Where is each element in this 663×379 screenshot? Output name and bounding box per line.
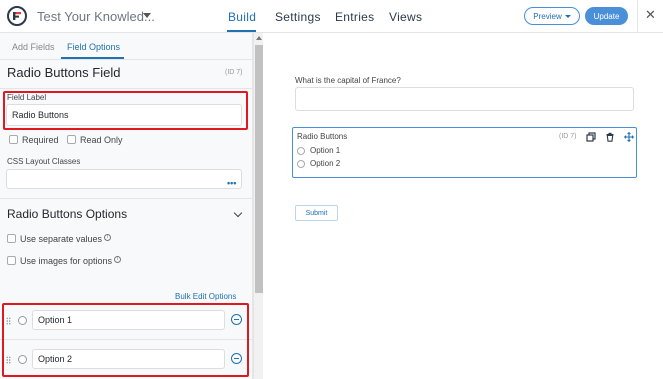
radio-option-label: Option 2 xyxy=(310,159,341,168)
required-label: Required xyxy=(22,135,59,145)
separate-values-label: Use separate values i xyxy=(20,234,112,244)
read-only-label: Read Only xyxy=(80,135,123,145)
tab-settings[interactable]: Settings xyxy=(275,10,321,24)
remove-option-icon[interactable] xyxy=(231,314,242,325)
info-icon[interactable]: i xyxy=(114,256,122,263)
divider xyxy=(0,339,253,340)
images-for-options-text: Use images for options xyxy=(20,256,113,266)
form-switcher-chevron-icon[interactable] xyxy=(143,13,151,18)
default-option-radio[interactable] xyxy=(18,316,27,325)
radio-option-label: Option 1 xyxy=(310,146,341,155)
preview-button-label: Preview xyxy=(533,11,562,21)
read-only-checkbox[interactable] xyxy=(67,135,76,144)
radio-buttons-field[interactable]: Radio Buttons (ID 7) Option 1 Option 2 xyxy=(292,127,637,178)
tab-views[interactable]: Views xyxy=(389,10,422,24)
question-input[interactable] xyxy=(295,87,634,111)
images-for-options-label: Use images for options i xyxy=(20,256,122,266)
divider xyxy=(0,88,253,89)
field-label-input[interactable]: Radio Buttons xyxy=(6,104,242,126)
radio-button[interactable] xyxy=(297,159,305,168)
form-canvas: What is the capital of France? Radio But… xyxy=(263,33,663,379)
question-label: What is the capital of France? xyxy=(295,76,401,85)
tab-build-underline xyxy=(227,30,256,32)
radio-field-title: Radio Buttons xyxy=(297,132,348,141)
more-options-icon[interactable]: ••• xyxy=(227,178,236,188)
field-options-sidebar: Add Fields Field Options Radio Buttons F… xyxy=(0,33,253,379)
separate-values-text: Use separate values xyxy=(20,234,103,244)
field-id: (ID 7) xyxy=(225,69,243,76)
required-checkbox[interactable] xyxy=(9,135,18,144)
formidable-logo-icon[interactable] xyxy=(7,6,27,26)
sidebar-scrollbar[interactable] xyxy=(253,33,263,379)
topbar-divider xyxy=(637,0,638,33)
tab-build[interactable]: Build xyxy=(228,10,256,24)
field-label-caption: Field Label xyxy=(7,93,47,102)
divider xyxy=(0,59,253,60)
options-heading: Radio Buttons Options xyxy=(7,207,128,221)
tab-entries[interactable]: Entries xyxy=(335,10,374,24)
move-icon[interactable] xyxy=(624,132,634,142)
css-classes-caption: CSS Layout Classes xyxy=(7,157,81,166)
scrollbar-thumb[interactable] xyxy=(255,45,263,293)
form-title[interactable]: Test Your Knowled... xyxy=(37,9,155,24)
submit-button[interactable]: Submit xyxy=(295,205,338,221)
collapse-chevron-icon[interactable] xyxy=(233,208,243,218)
close-icon[interactable]: ✕ xyxy=(645,8,656,21)
trash-icon[interactable] xyxy=(605,132,615,142)
option-input[interactable]: Option 1 xyxy=(32,310,225,330)
sidebar-tabs: Add Fields Field Options xyxy=(0,33,253,59)
tab-field-options[interactable]: Field Options xyxy=(67,42,120,52)
images-for-options-checkbox[interactable] xyxy=(7,256,16,265)
top-bar: Test Your Knowled... Build Settings Entr… xyxy=(0,0,663,33)
option-input[interactable]: Option 2 xyxy=(32,349,225,369)
divider xyxy=(0,198,253,199)
info-icon[interactable]: i xyxy=(104,234,112,241)
scroll-up-arrow-icon[interactable] xyxy=(256,36,262,40)
field-heading: Radio Buttons Field xyxy=(7,65,121,80)
radio-option[interactable]: Option 2 xyxy=(297,159,340,168)
logo-f-glyph xyxy=(13,12,21,20)
radio-button[interactable] xyxy=(297,146,305,155)
update-button[interactable]: Update xyxy=(585,7,628,25)
css-classes-input[interactable] xyxy=(6,169,242,189)
radio-option[interactable]: Option 1 xyxy=(297,146,340,155)
remove-option-icon[interactable] xyxy=(231,353,242,364)
tab-add-fields[interactable]: Add Fields xyxy=(12,42,55,52)
preview-chevron-down-icon xyxy=(564,14,571,18)
duplicate-icon[interactable] xyxy=(586,132,596,142)
preview-button[interactable]: Preview xyxy=(524,7,580,25)
drag-handle-icon[interactable] xyxy=(6,317,11,325)
radio-field-id: (ID 7) xyxy=(559,133,577,140)
bulk-edit-options-link[interactable]: Bulk Edit Options xyxy=(175,292,236,301)
default-option-radio[interactable] xyxy=(18,355,27,364)
drag-handle-icon[interactable] xyxy=(6,356,11,364)
separate-values-checkbox[interactable] xyxy=(7,234,16,243)
